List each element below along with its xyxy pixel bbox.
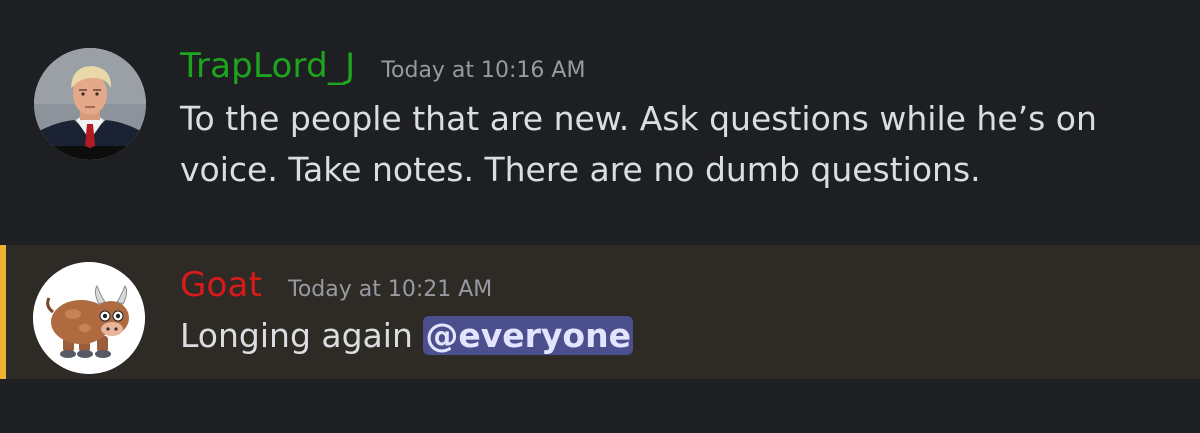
- username[interactable]: TrapLord_J: [180, 46, 355, 86]
- message-text-line: voice. Take notes. There are no dumb que…: [180, 150, 981, 189]
- portrait-avatar-icon: [34, 48, 146, 160]
- username[interactable]: Goat: [180, 265, 262, 305]
- message-content: To the people that are new. Ask question…: [180, 93, 1097, 195]
- timestamp: Today at 10:21 AM: [288, 277, 493, 302]
- chat-window: TrapLord_J Today at 10:16 AM To the peop…: [0, 0, 1200, 433]
- message-content: Longing again @everyone: [180, 310, 633, 361]
- message-header: Goat Today at 10:21 AM: [180, 265, 492, 305]
- everyone-mention[interactable]: @everyone: [423, 316, 633, 355]
- message-header: TrapLord_J Today at 10:16 AM: [180, 46, 585, 86]
- message-text-line: To the people that are new. Ask question…: [180, 99, 1097, 138]
- bull-cartoon-avatar-icon: [33, 262, 145, 374]
- user-avatar[interactable]: [34, 48, 146, 160]
- user-avatar[interactable]: [33, 262, 145, 374]
- timestamp: Today at 10:16 AM: [381, 58, 586, 83]
- message-item[interactable]: TrapLord_J Today at 10:16 AM To the peop…: [0, 0, 1200, 245]
- message-item-highlighted[interactable]: Goat Today at 10:21 AM Longing again @ev…: [0, 245, 1200, 379]
- mention-highlight-bar: [0, 245, 6, 379]
- message-text: Longing again: [180, 316, 413, 355]
